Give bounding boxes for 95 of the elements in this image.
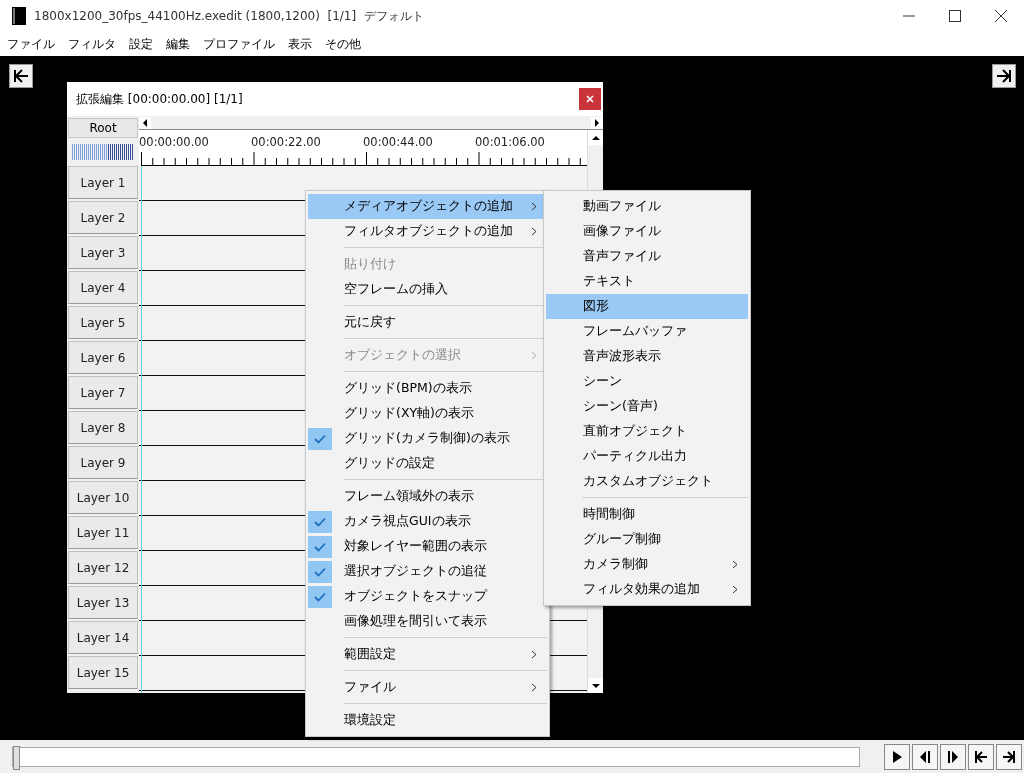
chevron-right-icon [531,202,537,211]
menu-item[interactable]: 環境設定 [308,708,547,733]
layer-button[interactable]: Layer 3 [68,236,138,269]
menu-item[interactable]: パーティクル出力 [546,444,748,469]
previous-frame-button[interactable] [912,743,938,770]
menu-bar-item[interactable]: 表示 [288,35,312,53]
close-icon [586,95,594,103]
jump-end-icon [1002,749,1016,764]
menu-item[interactable]: 空フレームの挿入 [308,277,547,302]
menu-item[interactable]: テキスト [546,269,748,294]
chevron-right-icon [732,560,738,569]
menu-item[interactable]: カメラ視点GUIの表示 [308,509,547,534]
layer-button[interactable]: Layer 13 [68,586,138,619]
menu-item[interactable]: 音声波形表示 [546,344,748,369]
window-title: 1800x1200_30fps_44100Hz.exedit (1800,1200) [1/1] デフォルト [34,7,424,25]
menu-item[interactable]: 時間制御 [546,502,748,527]
chevron-right-icon [732,585,738,594]
scroll-right-icon[interactable] [591,117,603,129]
play-button[interactable] [884,743,910,770]
seek-slider[interactable] [12,746,860,767]
menu-item[interactable]: オブジェクトをスナップ [308,584,547,609]
menu-bar-item[interactable]: 編集 [166,35,190,53]
menu-item[interactable]: グリッド(BPM)の表示 [308,376,547,401]
scroll-down-icon[interactable] [588,678,603,693]
play-icon [890,749,904,764]
layer-button[interactable]: Layer 4 [68,271,138,304]
jump-end-button[interactable] [992,64,1016,88]
menu-item[interactable]: フィルタ効果の追加 [546,577,748,602]
menu-item[interactable]: 画像ファイル [546,219,748,244]
menu-bar-item[interactable]: プロファイル [203,35,275,53]
menu-item[interactable]: 元に戻す [308,310,547,335]
close-button[interactable] [579,88,601,110]
horizontal-scrollbar[interactable] [139,117,603,130]
layer-button[interactable]: Layer 1 [68,166,138,199]
layer-button[interactable]: Layer 7 [68,376,138,409]
menu-item[interactable]: 選択オブジェクトの追従 [308,559,547,584]
jump-start-icon [974,749,988,764]
step-forward-icon [946,749,960,764]
time-label: 00:00:22.00 [251,135,322,151]
layer-button[interactable]: Layer 5 [68,306,138,339]
timeline-window-title: 拡張編集 [00:00:00.00] [1/1] [76,90,243,108]
menu-item[interactable]: ファイル [308,675,547,700]
menu-item[interactable]: 音声ファイル [546,244,748,269]
menu-item[interactable]: 画像処理を間引いて表示 [308,609,547,634]
menu-bar-item[interactable]: ファイル [7,35,55,53]
scroll-up-icon[interactable] [588,130,603,145]
time-label: 00:00:00.00 [139,135,210,151]
close-icon [995,10,1007,22]
menu-item[interactable]: 動画ファイル [546,194,748,219]
chevron-right-icon [531,351,537,360]
chevron-right-icon [531,683,537,692]
menu-item[interactable]: 図形 [546,294,748,319]
menu-item[interactable]: グループ制御 [546,527,748,552]
menu-item[interactable]: シーン [546,369,748,394]
chevron-right-icon [531,650,537,659]
menu-item[interactable]: カスタムオブジェクト [546,469,748,494]
jump-start-icon [13,68,29,84]
layer-button[interactable]: Layer 2 [68,201,138,234]
menu-item[interactable]: 直前オブジェクト [546,419,748,444]
jump-start-button[interactable] [968,743,994,770]
time-label: 00:00:44.00 [363,135,434,151]
menu-item[interactable]: フレーム領域外の表示 [308,484,547,509]
menu-item[interactable]: フィルタオブジェクトの追加 [308,219,547,244]
layer-button[interactable]: Layer 8 [68,411,138,444]
time-label: 00:01:06.00 [475,135,546,151]
layer-button[interactable]: Layer 14 [68,621,138,654]
menu-item[interactable]: フレームバッファ [546,319,748,344]
layer-button[interactable]: Layer 10 [68,481,138,514]
menu-bar-item[interactable]: 設定 [129,35,153,53]
film-icon [12,7,26,25]
layer-button[interactable]: Layer 6 [68,341,138,374]
chevron-right-icon [531,227,537,236]
jump-start-button[interactable] [9,64,33,88]
menu-item[interactable]: 範囲設定 [308,642,547,667]
menu-item[interactable]: グリッドの設定 [308,451,547,476]
menu-bar-item[interactable]: フィルタ [68,35,116,53]
menu-item[interactable]: シーン(音声) [546,394,748,419]
menu-item[interactable]: 対象レイヤー範囲の表示 [308,534,547,559]
menu-item[interactable]: グリッド(カメラ制御)の表示 [308,426,547,451]
menu-item[interactable]: グリッド(XY軸)の表示 [308,401,547,426]
menu-bar-item[interactable]: その他 [325,35,361,53]
scroll-left-icon[interactable] [139,117,151,129]
slider-thumb[interactable] [13,745,20,770]
step-back-icon [918,749,932,764]
jump-end-button[interactable] [996,743,1022,770]
maximize-icon [949,10,961,22]
layer-button[interactable]: Layer 9 [68,446,138,479]
layer-button[interactable]: Layer 15 [68,656,138,689]
layer-button[interactable]: Layer 12 [68,551,138,584]
next-frame-button[interactable] [940,743,966,770]
root-button[interactable]: Root [68,118,138,138]
menu-item[interactable]: カメラ制御 [546,552,748,577]
layer-button[interactable]: Layer 11 [68,516,138,549]
audio-level-icon [72,144,134,160]
jump-end-icon [996,68,1012,84]
